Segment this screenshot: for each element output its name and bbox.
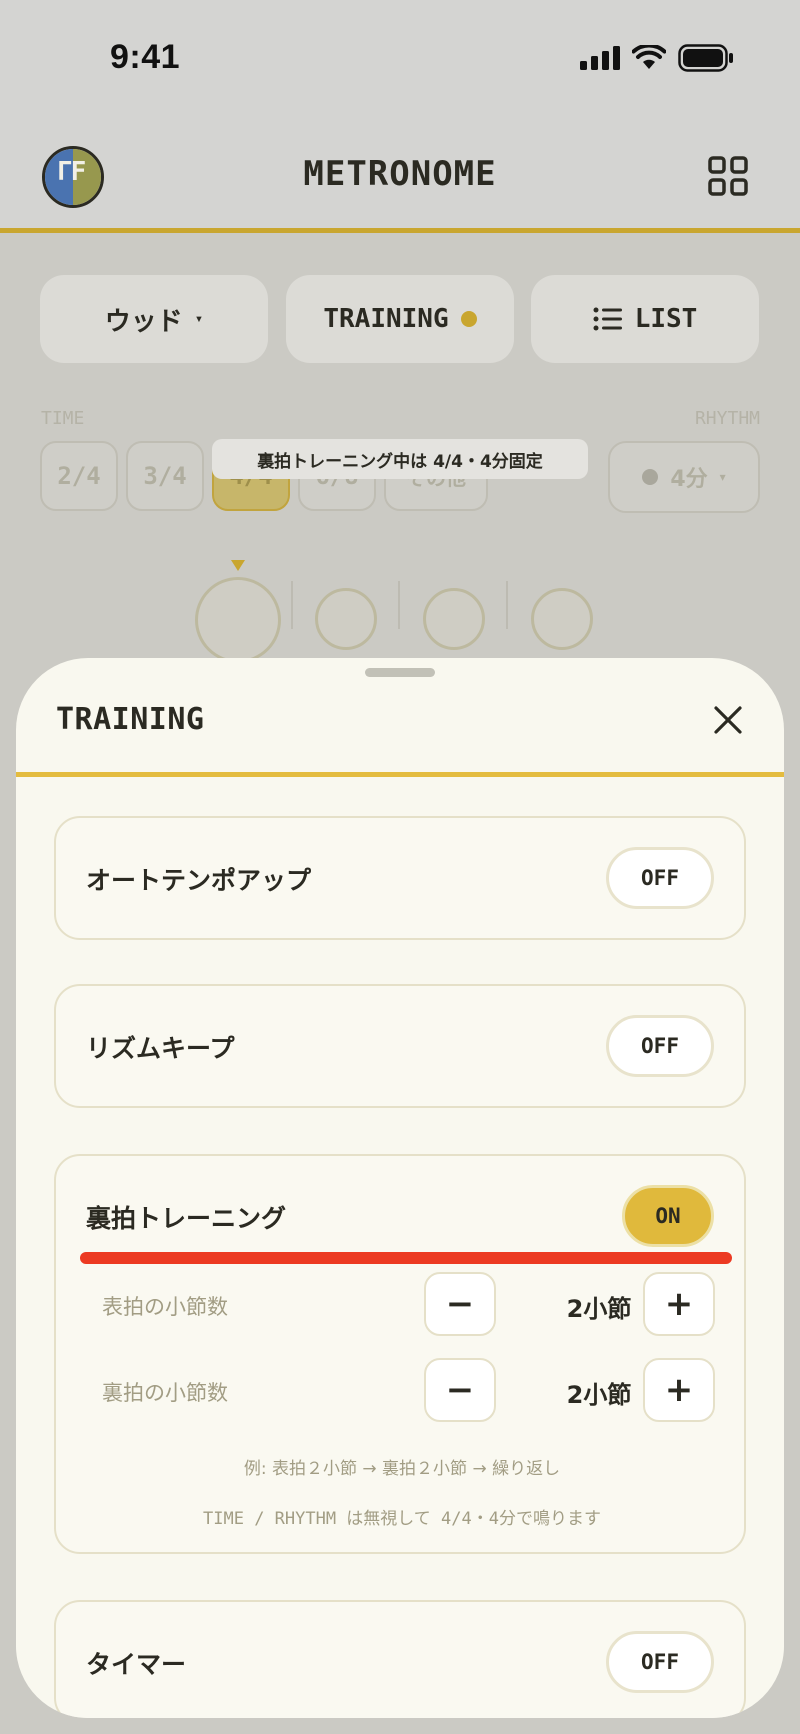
rhythm-keep-toggle[interactable]: OFF <box>606 1015 714 1077</box>
front-bars-label: 表拍の小節数 <box>102 1295 228 1319</box>
battery-icon <box>678 44 733 72</box>
beat-divider <box>291 581 293 629</box>
back-bars-label: 裏拍の小節数 <box>102 1381 228 1405</box>
beat-indicator <box>195 577 281 663</box>
timer-label: タイマー <box>86 1650 187 1679</box>
sheet-title: TRAINING <box>56 702 205 737</box>
beat-divider <box>398 581 400 629</box>
list-icon <box>593 307 622 331</box>
offbeat-training-label: 裏拍トレーニング <box>86 1204 287 1233</box>
back-bars-minus-button[interactable]: − <box>424 1358 496 1422</box>
chevron-down-icon: ▾ <box>719 470 726 484</box>
wifi-icon <box>632 45 666 69</box>
sound-select-button[interactable]: ウッド ▾ <box>40 275 268 363</box>
offbeat-example-text: 例: 表拍２小節 → 裏拍２小節 → 繰り返し <box>243 1459 561 1479</box>
time-section-label: TIME <box>41 408 85 429</box>
close-icon[interactable] <box>710 702 746 738</box>
timer-toggle[interactable]: OFF <box>606 1631 714 1693</box>
beat-divider <box>506 581 508 629</box>
highlight-underline <box>80 1252 732 1264</box>
training-active-dot <box>460 311 477 327</box>
front-bars-plus-button[interactable]: + <box>643 1272 715 1336</box>
list-button-label: LIST <box>634 304 698 334</box>
offbeat-training-card: 裏拍トレーニング ON 表拍の小節数 − 2小節 + 裏拍の小節数 − 2小節 … <box>54 1154 746 1554</box>
current-beat-marker-icon <box>231 560 245 571</box>
back-bars-plus-button[interactable]: + <box>643 1358 715 1422</box>
training-sheet: TRAINING オートテンポアップ OFF リズムキープ OFF 裏拍トレーニ… <box>16 658 784 1718</box>
timer-card: タイマー OFF <box>54 1600 746 1718</box>
training-button[interactable]: TRAINING <box>286 275 514 363</box>
app-title: METRONOME <box>303 154 497 194</box>
time-option-3-4[interactable]: 3/4 <box>126 441 204 511</box>
time-option-2-4[interactable]: 2/4 <box>40 441 118 511</box>
rhythm-section-label: RHYTHM <box>694 408 760 429</box>
auto-tempo-toggle[interactable]: OFF <box>606 847 714 909</box>
rhythm-select[interactable]: 4分 ▾ <box>608 441 760 513</box>
grid-menu-icon[interactable] <box>708 156 748 196</box>
app-header: ΓF METRONOME <box>0 130 800 230</box>
sheet-divider <box>16 772 784 777</box>
beat-indicator <box>423 588 485 650</box>
beat-indicator <box>531 588 593 650</box>
beat-indicator <box>315 588 377 650</box>
status-icons <box>580 44 734 72</box>
rhythm-keep-label: リズムキープ <box>86 1034 235 1063</box>
list-button[interactable]: LIST <box>531 275 759 363</box>
offbeat-training-toggle[interactable]: ON <box>622 1185 714 1247</box>
sheet-grabber[interactable] <box>365 668 435 677</box>
rhythm-value: 4分 <box>670 467 708 492</box>
auto-tempo-label: オートテンポアップ <box>86 866 312 895</box>
fixed-time-tooltip: 裏拍トレーニング中は 4/4・4分固定 <box>212 439 588 479</box>
rhythm-keep-card: リズムキープ OFF <box>54 984 746 1108</box>
front-bars-minus-button[interactable]: − <box>424 1272 496 1336</box>
status-time: 9:41 <box>110 38 181 76</box>
sound-select-label: ウッド <box>104 306 183 337</box>
offbeat-note-text: TIME / RHYTHM は無視して 4/4・4分で鳴ります <box>203 1509 601 1529</box>
status-bar: 9:41 <box>0 0 800 120</box>
rhythm-dot-icon <box>642 469 659 485</box>
auto-tempo-card: オートテンポアップ OFF <box>54 816 746 940</box>
chevron-down-icon: ▾ <box>194 311 204 327</box>
cellular-signal-icon <box>580 46 620 70</box>
training-button-label: TRAINING <box>323 304 449 334</box>
